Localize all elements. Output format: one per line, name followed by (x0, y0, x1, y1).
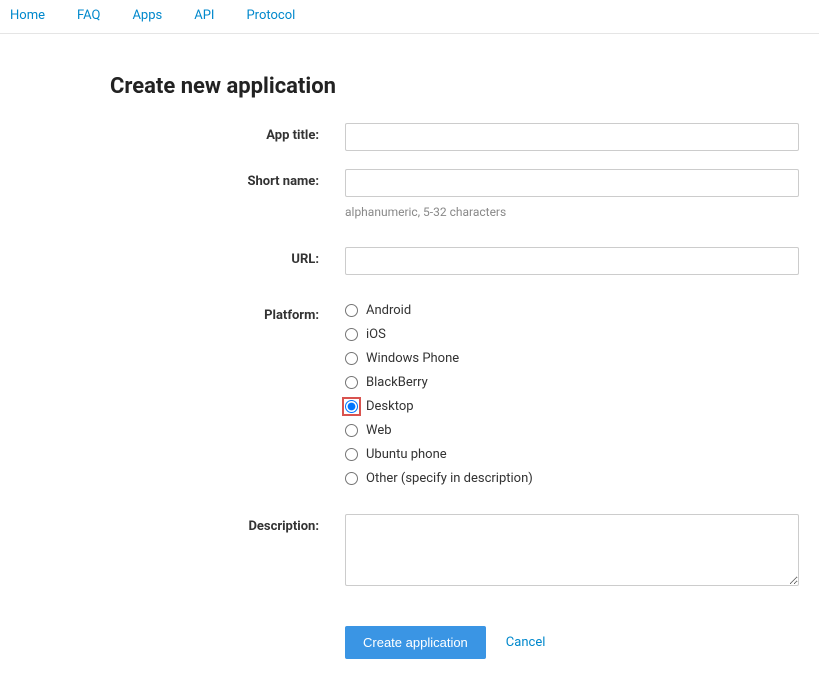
platform-label-ubuntu[interactable]: Ubuntu phone (366, 447, 447, 462)
row-buttons: Create application Cancel (20, 608, 799, 659)
platform-option-bb[interactable]: BlackBerry (345, 375, 799, 390)
platform-radio-other[interactable] (345, 472, 358, 485)
platform-label-ios[interactable]: iOS (366, 327, 386, 342)
nav-protocol[interactable]: Protocol (246, 8, 295, 23)
platform-label-android[interactable]: Android (366, 303, 411, 318)
platform-label-desktop[interactable]: Desktop (366, 399, 414, 414)
input-url[interactable] (345, 247, 799, 275)
platform-radio-bb[interactable] (345, 376, 358, 389)
create-application-button[interactable]: Create application (345, 626, 486, 659)
top-nav: Home FAQ Apps API Protocol (0, 0, 819, 34)
page-title: Create new application (110, 74, 799, 99)
label-platform: Platform: (20, 303, 345, 323)
nav-apps[interactable]: Apps (132, 8, 162, 23)
hint-short-name: alphanumeric, 5-32 characters (345, 205, 799, 219)
platform-label-wp[interactable]: Windows Phone (366, 351, 459, 366)
platform-radio-wp[interactable] (345, 352, 358, 365)
platform-option-web[interactable]: Web (345, 423, 799, 438)
platform-radio-android[interactable] (345, 304, 358, 317)
nav-home[interactable]: Home (10, 8, 45, 23)
platform-option-wp[interactable]: Windows Phone (345, 351, 799, 366)
input-description[interactable] (345, 514, 799, 586)
platform-label-other[interactable]: Other (specify in description) (366, 471, 533, 486)
label-url: URL: (20, 247, 345, 267)
platform-radio-ubuntu[interactable] (345, 448, 358, 461)
platform-radio-ios[interactable] (345, 328, 358, 341)
label-description: Description: (20, 514, 345, 534)
cancel-link[interactable]: Cancel (506, 635, 546, 650)
platform-option-other[interactable]: Other (specify in description) (345, 471, 799, 486)
platform-radio-web[interactable] (345, 424, 358, 437)
platform-option-desktop[interactable]: Desktop (345, 399, 799, 414)
hint-row-short-name: alphanumeric, 5-32 characters (20, 201, 799, 219)
nav-api[interactable]: API (194, 8, 214, 23)
platform-option-ios[interactable]: iOS (345, 327, 799, 342)
input-app-title[interactable] (345, 123, 799, 151)
nav-faq[interactable]: FAQ (77, 8, 100, 23)
row-url: URL: (20, 247, 799, 275)
main-container: Create new application App title: Short … (0, 34, 819, 697)
row-description: Description: (20, 514, 799, 590)
row-app-title: App title: (20, 123, 799, 151)
platform-option-android[interactable]: Android (345, 303, 799, 318)
row-platform: Platform: Android iOS Windows Phone BlackBe… (20, 303, 799, 486)
platform-radio-list: Android iOS Windows Phone BlackBerry Desktop… (345, 303, 799, 486)
platform-label-bb[interactable]: BlackBerry (366, 375, 428, 390)
platform-option-ubuntu[interactable]: Ubuntu phone (345, 447, 799, 462)
platform-label-web[interactable]: Web (366, 423, 392, 438)
row-short-name: Short name: (20, 169, 799, 197)
platform-radio-desktop[interactable] (345, 400, 358, 413)
input-short-name[interactable] (345, 169, 799, 197)
label-short-name: Short name: (20, 169, 345, 189)
label-app-title: App title: (20, 123, 345, 143)
